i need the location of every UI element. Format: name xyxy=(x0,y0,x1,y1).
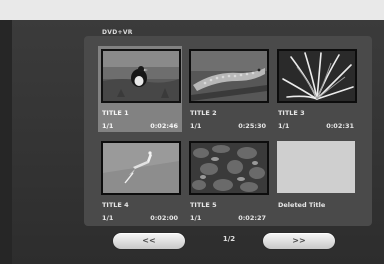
previous-page-button[interactable]: << xyxy=(112,232,186,250)
title-card-4[interactable]: TITLE 4 1/1 0:02:00 xyxy=(98,138,182,224)
disc-format-label: DVD+VR xyxy=(102,29,133,36)
title-name: TITLE 1 xyxy=(102,109,129,117)
pager: << 1/2 >> xyxy=(84,232,372,252)
title-grid: TITLE 1 1/1 0:02:46 TITLE 2 1/1 0:25:30 … xyxy=(98,46,360,224)
title-name: TITLE 2 xyxy=(190,109,217,117)
title-name: Deleted Title xyxy=(278,201,326,209)
lizard-on-branch-icon xyxy=(189,49,269,103)
title-card-5[interactable]: TITLE 5 1/1 0:02:27 xyxy=(186,138,270,224)
page-indicator: 1/2 xyxy=(222,235,236,243)
title-card-2[interactable]: TITLE 2 1/1 0:25:30 xyxy=(186,46,270,132)
chapter-counter: 1/1 xyxy=(278,122,290,130)
chapter-counter: 1/1 xyxy=(190,214,202,222)
title-name: TITLE 4 xyxy=(102,201,129,209)
title-duration: 0:02:46 xyxy=(150,122,178,130)
title-card-3[interactable]: TITLE 3 1/1 0:02:31 xyxy=(274,46,358,132)
title-info: 1/1 0:02:46 xyxy=(102,122,178,130)
title-info: 1/1 0:25:30 xyxy=(190,122,266,130)
chapter-counter: 1/1 xyxy=(102,122,114,130)
title-info: 1/1 0:02:00 xyxy=(102,214,178,222)
title-name: TITLE 3 xyxy=(278,109,305,117)
title-name: TITLE 5 xyxy=(190,201,217,209)
empty-thumbnail xyxy=(277,141,355,193)
chapter-counter: 1/1 xyxy=(190,122,202,130)
title-card-deleted[interactable]: Deleted Title xyxy=(274,138,358,224)
title-duration: 0:02:27 xyxy=(238,214,266,222)
chapter-counter: 1/1 xyxy=(102,214,114,222)
title-duration: 0:02:31 xyxy=(326,122,354,130)
next-page-button[interactable]: >> xyxy=(262,232,336,250)
title-duration: 0:25:30 xyxy=(238,122,266,130)
bird-on-grass-icon xyxy=(101,49,181,103)
foliage-icon xyxy=(189,141,269,195)
title-info: 1/1 0:02:27 xyxy=(190,214,266,222)
title-card-1[interactable]: TITLE 1 1/1 0:02:46 xyxy=(98,46,182,132)
title-info: 1/1 0:02:31 xyxy=(278,122,354,130)
bird-in-flight-icon xyxy=(101,141,181,195)
left-strip xyxy=(0,20,12,264)
title-duration: 0:02:00 xyxy=(150,214,178,222)
spiky-plant-icon xyxy=(277,49,357,103)
top-banner xyxy=(0,0,384,20)
